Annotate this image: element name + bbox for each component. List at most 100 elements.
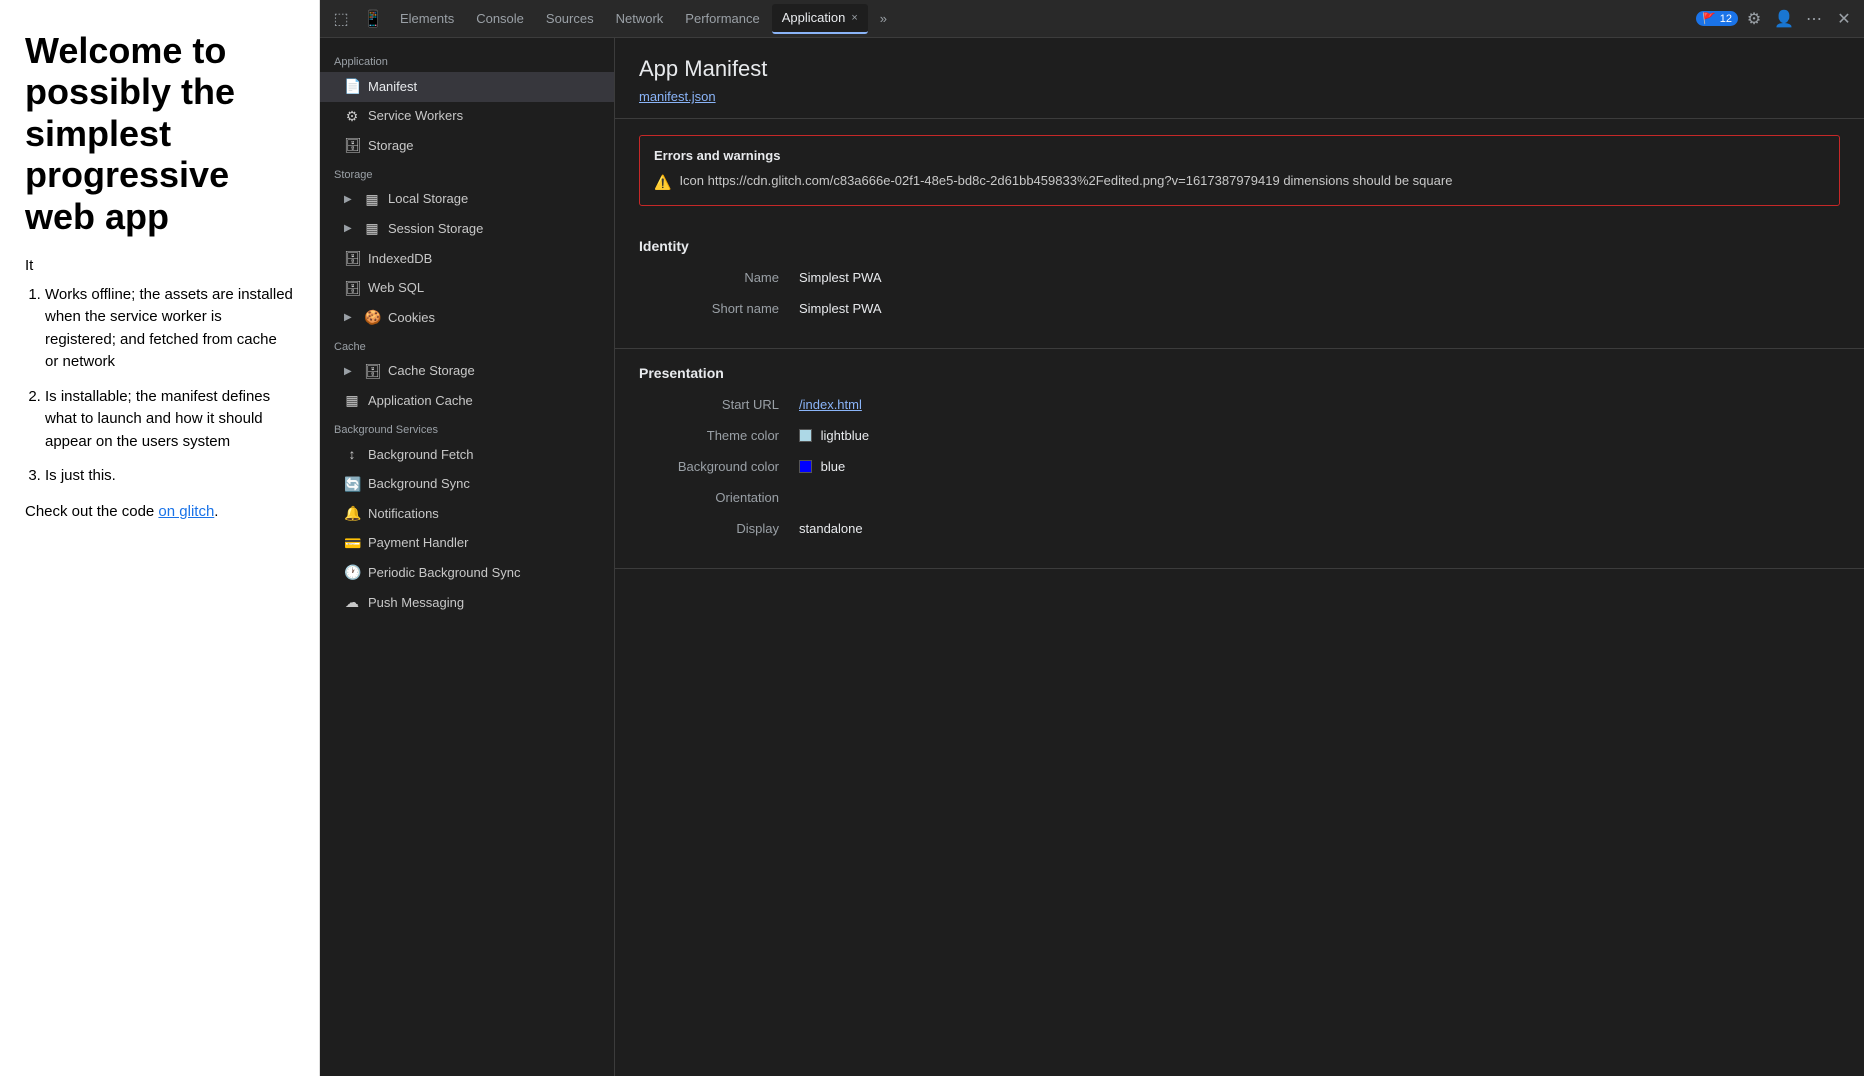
sidebar-item-service-workers[interactable]: ⚙ Service Workers bbox=[320, 102, 614, 132]
sidebar-item-push-messaging[interactable]: ☁ Push Messaging bbox=[320, 588, 614, 618]
sidebar-item-web-sql[interactable]: 🗄 Web SQL bbox=[320, 274, 614, 304]
bg-color-label: Background color bbox=[639, 459, 799, 474]
chevron-icon: ▶ bbox=[344, 365, 356, 379]
sidebar-section-background: Background Services bbox=[320, 416, 614, 440]
tab-performance[interactable]: Performance bbox=[675, 4, 769, 34]
sidebar-item-cookies[interactable]: ▶ 🍪 Cookies bbox=[320, 303, 614, 333]
sidebar-item-label: Background Sync bbox=[368, 475, 470, 493]
sidebar-item-storage[interactable]: 🗄 Storage bbox=[320, 131, 614, 161]
tab-sources[interactable]: Sources bbox=[536, 4, 604, 34]
device-icon[interactable]: 📱 bbox=[358, 4, 388, 34]
warning-icon: ⚠️ bbox=[654, 172, 671, 193]
local-storage-icon: ▦ bbox=[364, 190, 380, 210]
display-value: standalone bbox=[799, 521, 863, 536]
sidebar-item-label: Application Cache bbox=[368, 392, 473, 410]
orientation-label: Orientation bbox=[639, 490, 799, 505]
sidebar-item-indexeddb[interactable]: 🗄 IndexedDB bbox=[320, 244, 614, 274]
cache-storage-icon: 🗄 bbox=[364, 362, 380, 382]
manifest-link[interactable]: manifest.json bbox=[639, 89, 716, 104]
error-box: Errors and warnings ⚠️ Icon https://cdn.… bbox=[639, 135, 1840, 206]
sidebar-item-payment-handler[interactable]: 💳 Payment Handler bbox=[320, 529, 614, 559]
sidebar-item-label: Push Messaging bbox=[368, 594, 464, 612]
glitch-link[interactable]: on glitch bbox=[158, 503, 214, 520]
push-messaging-icon: ☁ bbox=[344, 593, 360, 613]
sidebar-item-local-storage[interactable]: ▶ ▦ Local Storage bbox=[320, 185, 614, 215]
indexeddb-icon: 🗄 bbox=[344, 249, 360, 269]
sidebar-item-label: Web SQL bbox=[368, 279, 424, 297]
sidebar-item-application-cache[interactable]: ▦ Application Cache bbox=[320, 386, 614, 416]
bg-color-swatch[interactable] bbox=[799, 460, 812, 473]
theme-color-value: lightblue bbox=[799, 428, 869, 443]
start-url-label: Start URL bbox=[639, 397, 799, 412]
list-item: Works offline; the assets are installed … bbox=[45, 284, 294, 374]
sidebar-item-label: Payment Handler bbox=[368, 534, 468, 552]
list-item: Is installable; the manifest defines wha… bbox=[45, 386, 294, 454]
start-url-row: Start URL /index.html bbox=[639, 397, 1840, 412]
content-header: App Manifest manifest.json bbox=[615, 38, 1864, 119]
tab-network[interactable]: Network bbox=[606, 4, 674, 34]
settings-icon[interactable]: ⚙ bbox=[1740, 5, 1768, 33]
theme-color-row: Theme color lightblue bbox=[639, 428, 1840, 443]
name-row: Name Simplest PWA bbox=[639, 270, 1840, 285]
bg-color-row: Background color blue bbox=[639, 459, 1840, 474]
tab-more-tabs[interactable]: » bbox=[870, 4, 897, 34]
sidebar-item-label: Service Workers bbox=[368, 107, 463, 125]
cookies-icon: 🍪 bbox=[364, 308, 380, 328]
presentation-title: Presentation bbox=[639, 365, 1840, 381]
devtools-main: Application 📄 Manifest ⚙ Service Workers… bbox=[320, 38, 1864, 1076]
sidebar-section-cache: Cache bbox=[320, 333, 614, 357]
tab-close-icon[interactable]: × bbox=[851, 12, 857, 24]
identity-section: Identity Name Simplest PWA Short name Si… bbox=[615, 222, 1864, 349]
short-name-row: Short name Simplest PWA bbox=[639, 301, 1840, 316]
sidebar-item-label: Manifest bbox=[368, 78, 417, 96]
sidebar-item-label: Storage bbox=[368, 137, 414, 155]
display-label: Display bbox=[639, 521, 799, 536]
webpage-footer: Check out the code on glitch. bbox=[25, 503, 294, 520]
identity-title: Identity bbox=[639, 238, 1840, 254]
chevron-icon: ▶ bbox=[344, 222, 356, 236]
tab-application[interactable]: Application × bbox=[772, 4, 868, 34]
sidebar-item-label: IndexedDB bbox=[368, 250, 432, 268]
chevron-icon: ▶ bbox=[344, 311, 356, 325]
error-item: ⚠️ Icon https://cdn.glitch.com/c83a666e-… bbox=[654, 171, 1825, 193]
storage-icon: 🗄 bbox=[344, 136, 360, 156]
name-label: Name bbox=[639, 270, 799, 285]
sidebar-item-label: Background Fetch bbox=[368, 446, 474, 464]
profile-icon[interactable]: 👤 bbox=[1770, 5, 1798, 33]
devtools-sidebar: Application 📄 Manifest ⚙ Service Workers… bbox=[320, 38, 615, 1076]
errors-title: Errors and warnings bbox=[654, 148, 1825, 163]
more-options-icon[interactable]: ⋯ bbox=[1800, 5, 1828, 33]
sidebar-item-background-fetch[interactable]: ↕ Background Fetch bbox=[320, 440, 614, 470]
badge-icon: 🚩 bbox=[1702, 12, 1716, 25]
webpage-intro: It bbox=[25, 257, 294, 274]
chevron-icon: ▶ bbox=[344, 193, 356, 207]
error-text: Icon https://cdn.glitch.com/c83a666e-02f… bbox=[679, 171, 1452, 191]
sidebar-item-cache-storage[interactable]: ▶ 🗄 Cache Storage bbox=[320, 357, 614, 387]
sidebar-item-label: Periodic Background Sync bbox=[368, 564, 520, 582]
issues-badge[interactable]: 🚩 12 bbox=[1696, 11, 1738, 26]
page-title: App Manifest bbox=[639, 56, 1840, 82]
start-url-value: /index.html bbox=[799, 397, 862, 412]
manifest-icon: 📄 bbox=[344, 77, 360, 97]
sidebar-item-label: Notifications bbox=[368, 505, 439, 523]
sidebar-item-manifest[interactable]: 📄 Manifest bbox=[320, 72, 614, 102]
tab-console[interactable]: Console bbox=[466, 4, 534, 34]
sidebar-item-background-sync[interactable]: 🔄 Background Sync bbox=[320, 470, 614, 500]
start-url-link[interactable]: /index.html bbox=[799, 397, 862, 412]
bg-color-value: blue bbox=[799, 459, 845, 474]
background-fetch-icon: ↕ bbox=[344, 445, 360, 465]
cursor-icon[interactable]: ⬚ bbox=[326, 4, 356, 34]
theme-color-swatch[interactable] bbox=[799, 429, 812, 442]
close-devtools-icon[interactable]: ✕ bbox=[1830, 5, 1858, 33]
notifications-icon: 🔔 bbox=[344, 504, 360, 524]
sidebar-item-periodic-background-sync[interactable]: 🕐 Periodic Background Sync bbox=[320, 558, 614, 588]
gear-icon: ⚙ bbox=[344, 107, 360, 127]
sidebar-item-session-storage[interactable]: ▶ ▦ Session Storage bbox=[320, 214, 614, 244]
sidebar-item-label: Session Storage bbox=[388, 220, 483, 238]
sidebar-item-notifications[interactable]: 🔔 Notifications bbox=[320, 499, 614, 529]
background-sync-icon: 🔄 bbox=[344, 475, 360, 495]
tab-elements[interactable]: Elements bbox=[390, 4, 464, 34]
list-item: Is just this. bbox=[45, 465, 294, 488]
devtools-tabbar: ⬚ 📱 Elements Console Sources Network Per… bbox=[320, 0, 1864, 38]
websql-icon: 🗄 bbox=[344, 279, 360, 299]
